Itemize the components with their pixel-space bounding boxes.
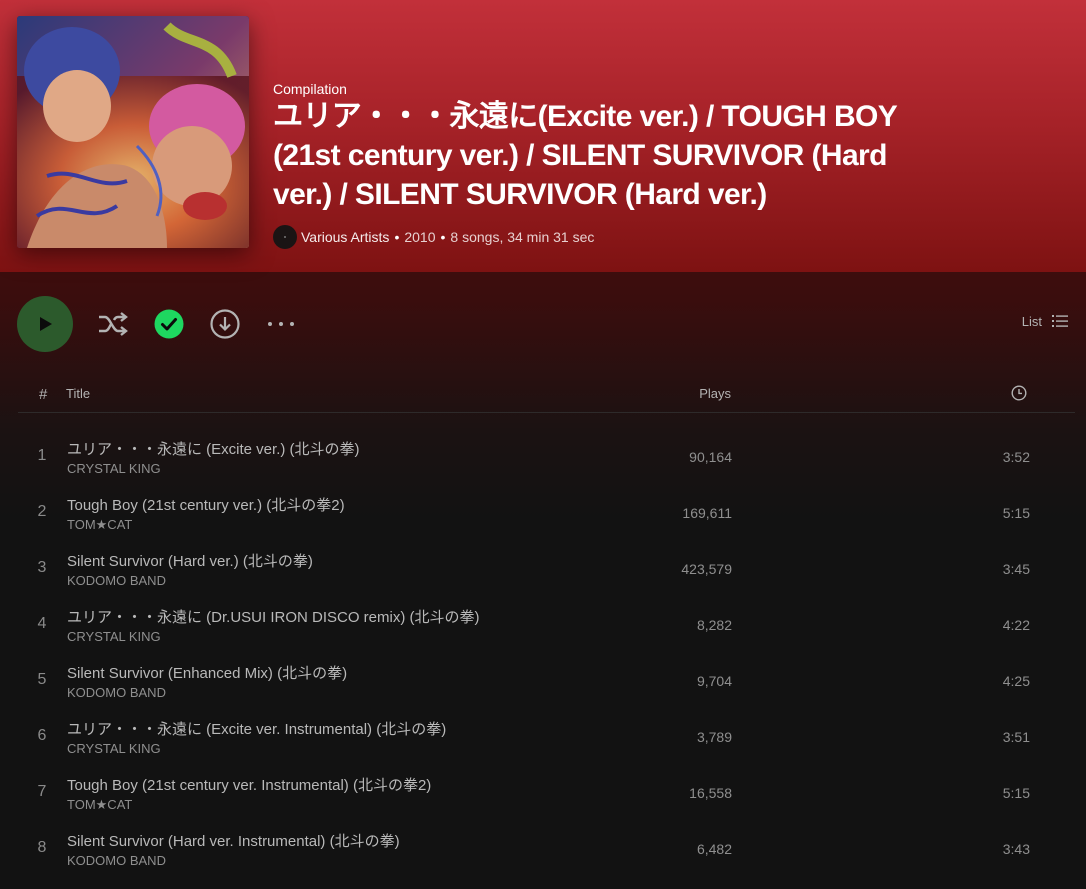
track-duration: 5:15: [1002, 785, 1030, 801]
track-row[interactable]: 2 Tough Boy (21st century ver.) (北斗の拳2) TO…: [18, 486, 1075, 542]
track-number: 2: [37, 503, 47, 520]
more-options-button[interactable]: [266, 314, 296, 334]
album-type-label: Compilation: [273, 81, 347, 97]
track-artist[interactable]: CRYSTAL KING: [67, 461, 161, 476]
track-plays: 3,789: [696, 729, 732, 745]
more-options-icon: [268, 322, 294, 326]
track-duration: 3:43: [1002, 841, 1030, 857]
check-circle-icon: [154, 309, 184, 339]
track-title[interactable]: Silent Survivor (Hard ver. Instrumental)…: [67, 830, 400, 851]
track-number: 3: [37, 559, 47, 576]
track-plays: 423,579: [681, 561, 732, 577]
column-number: #: [39, 386, 48, 403]
track-title[interactable]: Tough Boy (21st century ver. Instrumenta…: [67, 774, 431, 795]
track-row[interactable]: 8 Silent Survivor (Hard ver. Instrumental…: [18, 822, 1075, 878]
list-icon: [1052, 315, 1068, 327]
track-number: 1: [37, 447, 47, 464]
track-artist[interactable]: CRYSTAL KING: [67, 741, 161, 756]
meta-separator: •: [440, 229, 446, 245]
track-duration: 4:22: [1002, 617, 1030, 633]
track-artist[interactable]: TOM★CAT: [67, 517, 132, 533]
shuffle-icon: [99, 312, 128, 336]
track-number: 8: [37, 839, 47, 856]
track-row[interactable]: 3 Silent Survivor (Hard ver.) (北斗の拳) KODOM…: [18, 542, 1075, 598]
track-artist[interactable]: KODOMO BAND: [67, 573, 166, 588]
track-title[interactable]: Silent Survivor (Enhanced Mix) (北斗の拳): [67, 662, 347, 683]
view-mode-toggle[interactable]: List: [1022, 313, 1068, 329]
album-summary: 8 songs, 34 min 31 sec: [450, 229, 595, 245]
track-plays: 90,164: [689, 449, 732, 465]
track-row[interactable]: 5 Silent Survivor (Enhanced Mix) (北斗の拳) KO…: [18, 654, 1075, 710]
track-duration: 3:52: [1002, 449, 1030, 465]
download-icon: [210, 309, 240, 339]
track-title[interactable]: ユリア・・・永遠に (Excite ver. Instrumental) (北斗…: [67, 718, 446, 739]
action-bar: List: [0, 296, 1086, 352]
track-duration: 3:45: [1002, 561, 1030, 577]
track-plays: 8,282: [696, 617, 732, 633]
track-plays: 169,611: [682, 505, 732, 521]
tracklist: 1 ユリア・・・永遠に (Excite ver.) (北斗の拳) CRYSTAL K…: [18, 430, 1075, 878]
meta-separator: •: [394, 229, 400, 245]
track-title[interactable]: Tough Boy (21st century ver.) (北斗の拳2): [67, 494, 345, 515]
album-header: Compilation ユリア・・・永遠に(Excite ver.) / TOU…: [0, 0, 1086, 272]
track-number: 4: [37, 615, 47, 632]
track-number: 5: [37, 671, 47, 688]
track-artist[interactable]: KODOMO BAND: [67, 853, 166, 868]
download-button[interactable]: [210, 309, 240, 339]
clock-icon: [1011, 385, 1027, 401]
tracklist-header: # Title Plays: [18, 378, 1075, 413]
album-meta: Various Artists • 2010 • 8 songs, 34 min…: [273, 225, 594, 249]
column-title: Title: [66, 386, 91, 401]
track-duration: 4:25: [1002, 673, 1030, 689]
track-title[interactable]: Silent Survivor (Hard ver.) (北斗の拳): [67, 550, 313, 571]
track-artist[interactable]: TOM★CAT: [67, 797, 132, 813]
track-row[interactable]: 6 ユリア・・・永遠に (Excite ver. Instrumental) (北…: [18, 710, 1075, 766]
track-plays: 9,704: [696, 673, 732, 689]
track-artist[interactable]: KODOMO BAND: [67, 685, 166, 700]
album-page: Compilation ユリア・・・永遠に(Excite ver.) / TOU…: [0, 0, 1086, 889]
track-number: 6: [37, 727, 47, 744]
track-title[interactable]: ユリア・・・永遠に (Dr.USUI IRON DISCO remix) (北斗…: [67, 606, 480, 627]
shuffle-button[interactable]: [96, 308, 130, 340]
track-plays: 6,482: [696, 841, 732, 857]
track-row[interactable]: 1 ユリア・・・永遠に (Excite ver.) (北斗の拳) CRYSTAL K…: [18, 430, 1075, 486]
track-row[interactable]: 4 ユリア・・・永遠に (Dr.USUI IRON DISCO remix) (北…: [18, 598, 1075, 654]
artist-avatar[interactable]: [273, 225, 297, 249]
column-duration: [1011, 385, 1027, 404]
track-plays: 16,558: [689, 785, 732, 801]
album-cover[interactable]: [17, 16, 249, 248]
view-mode-label: List: [1021, 313, 1042, 329]
track-title[interactable]: ユリア・・・永遠に (Excite ver.) (北斗の拳): [67, 438, 360, 459]
artist-link[interactable]: Various Artists: [301, 229, 389, 245]
album-title: ユリア・・・永遠に(Excite ver.) / TOUGH BOY (21st…: [273, 100, 897, 211]
track-duration: 5:15: [1002, 505, 1030, 521]
track-number: 7: [37, 783, 47, 800]
track-duration: 3:51: [1002, 729, 1030, 745]
release-year: 2010: [404, 229, 436, 245]
column-plays: Plays: [699, 386, 731, 401]
saved-toggle-button[interactable]: [154, 309, 184, 339]
play-icon: [40, 317, 52, 331]
play-button[interactable]: [17, 296, 73, 352]
album-artwork: [17, 16, 249, 248]
track-artist[interactable]: CRYSTAL KING: [67, 629, 161, 644]
track-row[interactable]: 7 Tough Boy (21st century ver. Instrument…: [18, 766, 1075, 822]
